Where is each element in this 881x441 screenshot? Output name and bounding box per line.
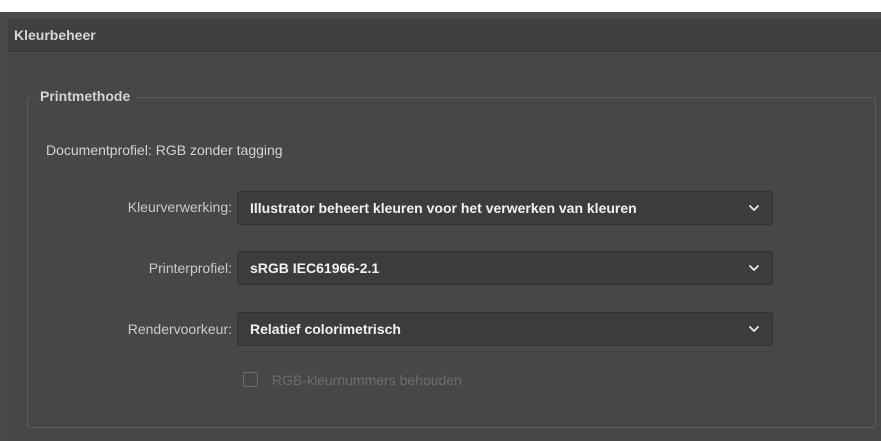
chevron-down-icon (749, 265, 759, 271)
preserve-rgb-numbers-checkbox[interactable] (243, 372, 258, 387)
color-management-dialog: Kleurbeheer Printmethode Documentprofiel… (0, 0, 881, 441)
chevron-down-icon (749, 326, 759, 332)
chevron-down-icon (749, 205, 759, 211)
rendering-intent-value: Relatief colorimetrisch (250, 321, 401, 337)
preserve-rgb-numbers-label: RGB-kleurnummers behouden (272, 372, 462, 388)
section-header[interactable]: Kleurbeheer (8, 19, 881, 52)
rendering-intent-label: Rendervoorkeur: (127, 321, 232, 337)
color-handling-dropdown[interactable]: Illustrator beheert kleuren voor het ver… (237, 191, 773, 225)
printer-profile-value: sRGB IEC61966-2.1 (250, 260, 380, 276)
printer-profile-dropdown[interactable]: sRGB IEC61966-2.1 (237, 251, 773, 285)
window-top-edge (0, 0, 881, 12)
color-handling-value: Illustrator beheert kleuren voor het ver… (250, 200, 637, 216)
document-profile-text: Documentprofiel: RGB zonder tagging (46, 142, 283, 158)
section-title: Kleurbeheer (14, 27, 96, 43)
rendering-intent-dropdown[interactable]: Relatief colorimetrisch (237, 312, 773, 346)
color-handling-label: Kleurverwerking: (127, 199, 232, 215)
print-method-legend: Printmethode (34, 88, 137, 104)
printer-profile-label: Printerprofiel: (148, 260, 232, 276)
